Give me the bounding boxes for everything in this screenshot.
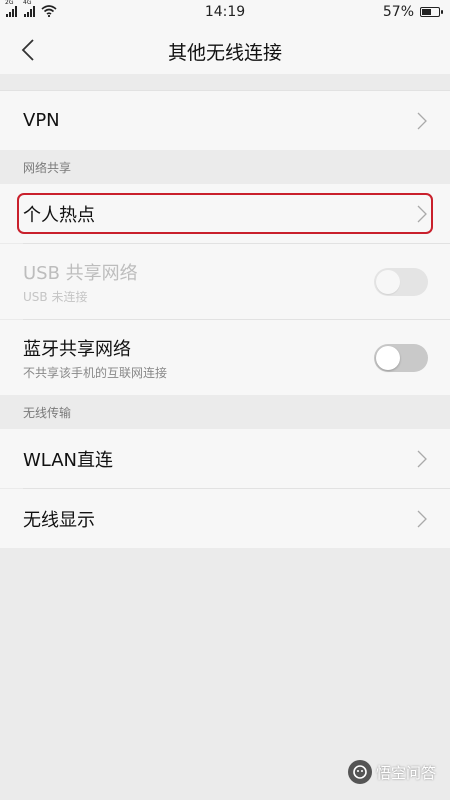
app-header: 其他无线连接 [0, 26, 450, 74]
list-item-usb-tethering: USB 共享网络 USB 未连接 [0, 244, 450, 319]
status-icons-right: 57% [382, 4, 443, 20]
logo-icon [347, 760, 372, 784]
section-header-wireless-transfer: 无线传输 [0, 395, 450, 429]
section-header-network-sharing: 网络共享 [0, 150, 450, 184]
battery-icon [420, 7, 443, 17]
bluetooth-tethering-toggle[interactable] [374, 343, 428, 372]
list-item-vpn[interactable]: VPN [0, 91, 450, 150]
chevron-right-icon [417, 450, 427, 467]
watermark-text: 悟空问答 [375, 763, 436, 782]
spacer [0, 74, 450, 90]
usb-tethering-toggle [374, 267, 428, 296]
bluetooth-tethering-label: 蓝牙共享网络 [23, 338, 131, 360]
list-item-bluetooth-tethering[interactable]: 蓝牙共享网络 不共享该手机的互联网连接 [0, 320, 450, 395]
list-item-wireless-display[interactable]: 无线显示 [0, 489, 450, 548]
usb-tethering-label: USB 共享网络 [23, 262, 138, 284]
chevron-right-icon [417, 112, 427, 129]
list-item-wlan-direct[interactable]: WLAN直连 [0, 429, 450, 488]
wlan-direct-label: WLAN直连 [23, 449, 114, 471]
usb-tethering-status: USB 未连接 [23, 289, 88, 304]
vpn-label: VPN [23, 110, 60, 131]
page-title: 其他无线连接 [167, 42, 282, 64]
highlight-box [17, 193, 433, 234]
bluetooth-tethering-status: 不共享该手机的互联网连接 [23, 365, 168, 380]
status-bar: 2G 4G 14:19 57% [0, 0, 450, 26]
wireless-display-label: 无线显示 [23, 509, 95, 531]
watermark: 悟空问答 [347, 760, 436, 784]
chevron-right-icon [417, 510, 427, 527]
battery-percent: 57% [382, 4, 414, 20]
